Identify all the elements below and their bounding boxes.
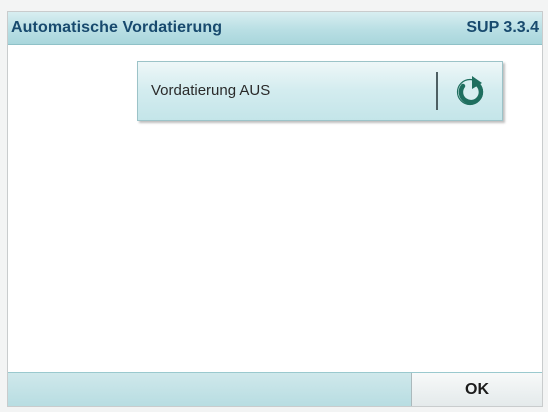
option-label: Vordatierung AUS — [151, 82, 271, 99]
button-divider — [436, 72, 438, 110]
device-frame: Automatische Vordatierung SUP 3.3.4 Vord… — [0, 0, 548, 412]
version-label: SUP 3.3.4 — [466, 19, 539, 36]
vordatierung-toggle-button[interactable]: Vordatierung AUS — [137, 61, 503, 121]
bottom-bar: OK — [8, 372, 542, 406]
cycle-arrow-icon — [456, 76, 484, 106]
ok-button[interactable]: OK — [411, 373, 542, 406]
title-bar: Automatische Vordatierung SUP 3.3.4 — [8, 12, 542, 45]
screen: Automatische Vordatierung SUP 3.3.4 Vord… — [7, 11, 543, 407]
content-area: Vordatierung AUS — [8, 45, 542, 375]
page-title: Automatische Vordatierung — [11, 19, 223, 36]
